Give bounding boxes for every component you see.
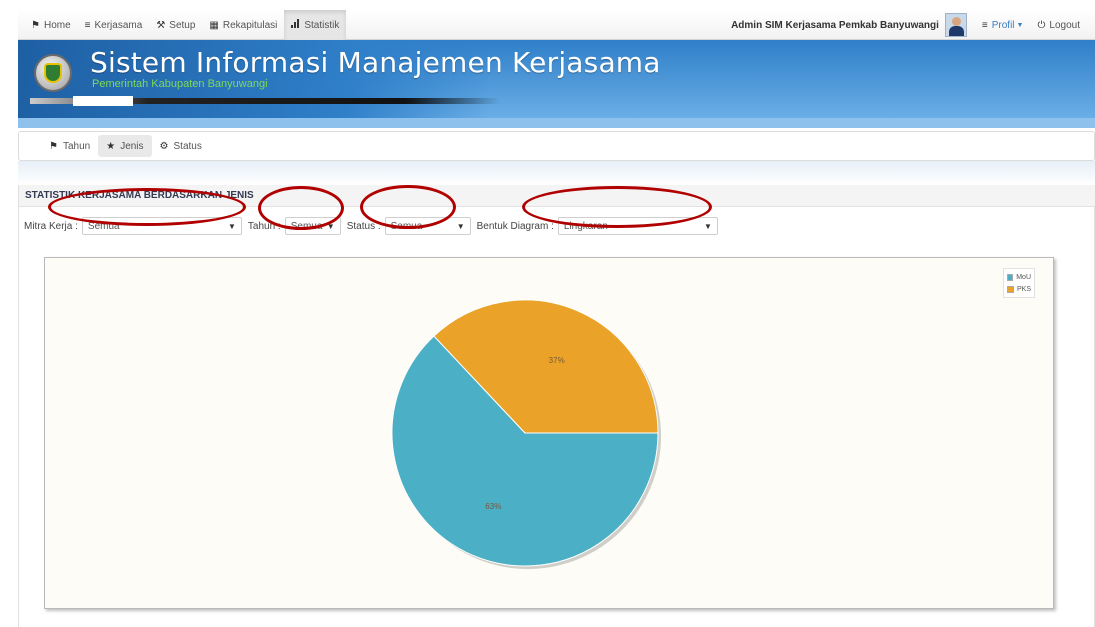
filter-row: Mitra Kerja : Semua ▼ Tahun : Semua ▼ St… (24, 216, 724, 236)
logo-shield (44, 63, 62, 83)
legend-swatch-mou (1007, 273, 1014, 281)
logout-label: Logout (1049, 19, 1080, 31)
status-value: Semua (390, 220, 423, 232)
nav-item-label: Rekapitulasi (222, 19, 278, 31)
header-banner: Sistem Informasi Manajemen Kerjasama Pem… (18, 40, 1095, 118)
admin-name: Admin SIM Kerjasama Pemkab Banyuwangi (731, 19, 939, 31)
legend-item-mou: MoU (1007, 271, 1031, 283)
table-icon: ▦ (209, 19, 219, 31)
avatar-head (951, 17, 961, 26)
power-icon: ⏻ (1037, 19, 1046, 31)
tab-label: Status (173, 140, 202, 152)
home-icon: ⚑ (31, 19, 40, 31)
nav-item-setup[interactable]: ⚒ Setup (149, 10, 202, 40)
banner-decor-highlight (73, 96, 133, 106)
chart-legend: MoU PKS (1003, 268, 1035, 298)
legend-item-pks: PKS (1007, 283, 1031, 295)
pie-label-pks: 37% (549, 356, 565, 365)
top-navbar: ⚑ Home ≡ Kerjasama ⚒ Setup ▦ Rekapitulas… (18, 10, 1095, 40)
panel-heading: STATISTIK KERJASAMA BERDASARKAN JENIS (19, 185, 1095, 207)
nav-item-rekapitulasi[interactable]: ▦ Rekapitulasi (202, 10, 284, 40)
tahun-label: Tahun : (247, 220, 281, 232)
logout-button[interactable]: ⏻ Logout (1030, 10, 1087, 40)
page: ⚑ Home ≡ Kerjasama ⚒ Setup ▦ Rekapitulas… (0, 0, 1095, 627)
legend-label-mou: MoU (1016, 273, 1031, 281)
site-subtitle: Pemerintah Kabupaten Banyuwangi (92, 78, 268, 90)
list-icon: ≡ (84, 19, 91, 31)
status-select[interactable]: Semua ▼ (384, 217, 471, 235)
nav-item-label: Kerjasama (94, 19, 143, 31)
wrench-icon: ⚒ (156, 19, 166, 31)
pie-label-mou: 63% (485, 502, 501, 511)
statistik-panel: STATISTIK KERJASAMA BERDASARKAN JENIS Mi… (18, 185, 1095, 627)
nav-menu: ⚑ Home ≡ Kerjasama ⚒ Setup ▦ Rekapitulas… (24, 10, 347, 40)
nav-item-statistik[interactable]: Statistik (284, 10, 347, 40)
bookmark-icon: ⚑ (49, 140, 58, 152)
profil-dropdown[interactable]: ≡ Profil ▼ (975, 10, 1031, 40)
mitra-value: Semua (87, 220, 120, 232)
mitra-select[interactable]: Semua ▼ (81, 217, 242, 235)
caret-down-icon: ▼ (227, 221, 236, 231)
status-label: Status : (346, 220, 381, 232)
tab-status[interactable]: ⚙ Status (152, 135, 210, 157)
avatar-body (948, 26, 964, 36)
tab-label: Jenis (120, 140, 144, 152)
tab-jenis[interactable]: ★ Jenis (98, 135, 152, 157)
nav-item-home[interactable]: ⚑ Home (24, 10, 78, 40)
mitra-label: Mitra Kerja : (24, 220, 78, 232)
tab-tahun[interactable]: ⚑ Tahun (41, 135, 98, 157)
tahun-value: Semua (290, 220, 323, 232)
tab-label: Tahun (62, 140, 91, 152)
tabs-panel: ⚑ Tahun ★ Jenis ⚙ Status (18, 131, 1095, 161)
pie-chart: 63% 37% MoU PKS (44, 257, 1054, 609)
nav-user-area: Admin SIM Kerjasama Pemkab Banyuwangi ≡ … (731, 10, 1087, 40)
legend-swatch-pks (1007, 285, 1014, 293)
gear-icon: ⚙ (159, 140, 169, 152)
avatar (944, 13, 967, 37)
section-divider (18, 161, 1095, 185)
star-icon: ★ (106, 140, 116, 152)
nav-item-kerjasama[interactable]: ≡ Kerjasama (78, 10, 150, 40)
bar-chart-icon (291, 19, 300, 31)
diagram-value: Lingkaran (563, 220, 608, 232)
diagram-select[interactable]: Lingkaran ▼ (557, 217, 718, 235)
banner-bottom-strip (18, 118, 1095, 128)
profil-label: Profil (991, 19, 1015, 31)
tahun-select[interactable]: Semua ▼ (284, 217, 341, 235)
nav-item-label: Setup (169, 19, 196, 31)
nav-item-label: Home (43, 19, 71, 31)
caret-down-icon: ▼ (1016, 21, 1024, 29)
pie-chart-canvas: 63% 37% (391, 299, 661, 569)
nav-item-label: Statistik (304, 19, 340, 31)
panel-title: STATISTIK KERJASAMA BERDASARKAN JENIS (25, 190, 254, 201)
caret-down-icon: ▼ (456, 221, 465, 231)
legend-label-pks: PKS (1016, 285, 1031, 293)
site-title: Sistem Informasi Manajemen Kerjasama (90, 46, 661, 79)
list-icon: ≡ (981, 19, 988, 31)
diagram-label: Bentuk Diagram : (476, 220, 554, 232)
caret-down-icon: ▼ (703, 221, 712, 231)
logo (34, 54, 72, 92)
caret-down-icon: ▼ (326, 221, 335, 231)
